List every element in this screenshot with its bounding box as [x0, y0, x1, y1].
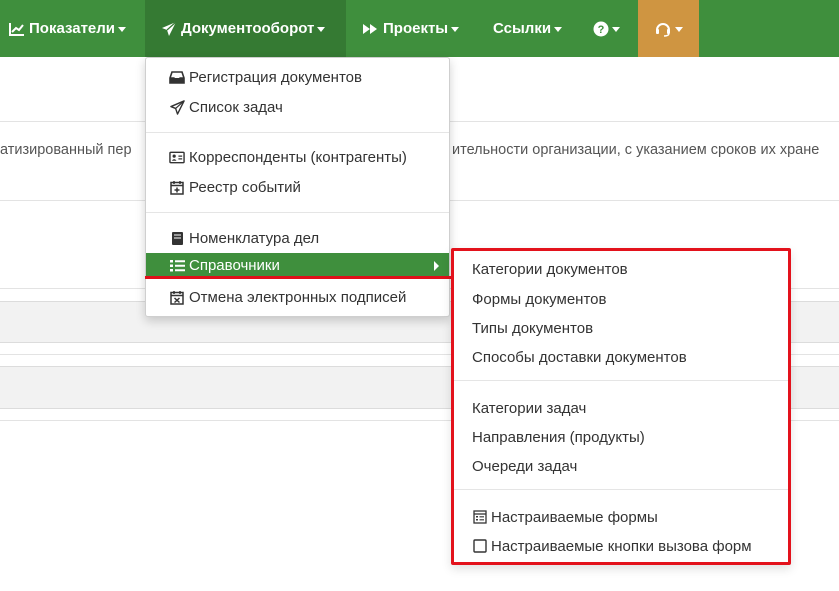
nav-links[interactable]: Ссылки — [493, 0, 563, 57]
menu-item-label: Отмена электронных подписей — [189, 289, 407, 306]
menu-divider — [146, 212, 449, 213]
caret-right-icon — [434, 261, 439, 271]
menu-divider — [146, 132, 449, 133]
description-text-left: атизированный пер — [0, 142, 132, 158]
menu-item-label: Очереди задач — [472, 457, 578, 475]
nav-indicators[interactable]: Показатели — [9, 0, 127, 57]
nav-indicators-label: Показатели — [29, 20, 116, 37]
list-icon — [169, 257, 185, 273]
submenu-item-task-categories[interactable]: Категории задач — [472, 396, 586, 420]
menu-item-label: Настраиваемые формы — [491, 508, 658, 526]
submenu-item-custom-buttons[interactable]: Настраиваемые кнопки вызова форм — [472, 534, 752, 558]
submenu-item-doc-forms[interactable]: Формы документов — [472, 287, 606, 311]
nav-docflow-label: Документооборот — [181, 20, 315, 37]
menu-item-label: Корреспонденты (контрагенты) — [189, 149, 407, 166]
submenu-item-delivery-methods[interactable]: Способы доставки документов — [472, 345, 687, 369]
fast-forward-icon — [362, 23, 379, 35]
book-icon — [169, 231, 185, 247]
question-circle-icon: ? — [593, 21, 609, 37]
menu-item-label: Категории документов — [472, 260, 628, 278]
menu-divider — [454, 489, 788, 490]
menu-item-label: Справочники — [189, 256, 280, 274]
menu-item-registration[interactable]: Регистрация документов — [146, 65, 449, 90]
top-navbar: Показатели Документооборот Проекты Ссылк… — [0, 0, 839, 57]
menu-item-label: Категории задач — [472, 399, 587, 417]
menu-item-task-list[interactable]: Список задач — [146, 95, 449, 120]
menu-item-label: Формы документов — [472, 290, 607, 308]
menu-item-label: Регистрация документов — [189, 69, 362, 86]
caret-down-icon — [118, 27, 127, 32]
line-chart-icon — [9, 22, 25, 36]
submenu-item-doc-types[interactable]: Типы документов — [472, 316, 593, 340]
description-text-right: ительности организации, с указанием срок… — [452, 142, 820, 158]
nav-docflow[interactable]: Документооборот — [145, 0, 346, 57]
menu-item-label: Направления (продукты) — [472, 428, 645, 446]
submenu-item-custom-forms[interactable]: Настраиваемые формы — [472, 505, 658, 529]
form-icon — [472, 509, 488, 525]
calendar-times-icon — [169, 290, 185, 306]
menu-item-event-registry[interactable]: Реестр событий — [146, 175, 449, 200]
nav-links-label: Ссылки — [493, 20, 552, 37]
references-submenu: Категории документов Формы документов Ти… — [451, 248, 791, 565]
menu-item-label: Способы доставки документов — [472, 348, 687, 366]
caret-down-icon — [554, 27, 563, 32]
paper-plane-icon — [161, 21, 177, 37]
submenu-item-doc-categories[interactable]: Категории документов — [472, 257, 628, 281]
nav-help[interactable]: ? — [593, 0, 620, 57]
menu-item-label: Номенклатура дел — [189, 230, 320, 247]
highlight-underline — [145, 276, 455, 279]
nav-projects[interactable]: Проекты — [362, 0, 460, 57]
menu-item-label: Типы документов — [472, 319, 594, 337]
menu-item-label: Настраиваемые кнопки вызова форм — [491, 537, 752, 555]
nav-projects-label: Проекты — [383, 20, 449, 37]
caret-down-icon — [612, 27, 620, 32]
menu-item-references[interactable]: Справочники — [146, 253, 449, 277]
menu-item-correspondents[interactable]: Корреспонденты (контрагенты) — [146, 145, 449, 170]
menu-item-label: Список задач — [189, 99, 283, 116]
caret-down-icon — [317, 27, 326, 32]
menu-item-label: Реестр событий — [189, 179, 301, 196]
calendar-plus-icon — [169, 180, 185, 196]
address-card-icon — [169, 150, 185, 166]
submenu-item-task-queues[interactable]: Очереди задач — [472, 454, 577, 478]
caret-down-icon — [451, 27, 460, 32]
nav-support[interactable] — [638, 0, 699, 57]
headset-icon — [654, 21, 672, 37]
menu-item-nomenclature[interactable]: Номенклатура дел — [146, 226, 449, 251]
menu-divider — [454, 380, 788, 381]
svg-text:?: ? — [598, 24, 605, 36]
square-icon — [472, 538, 488, 554]
submenu-item-directions[interactable]: Направления (продукты) — [472, 425, 645, 449]
paper-plane-icon — [169, 100, 185, 116]
inbox-icon — [169, 70, 185, 86]
menu-item-cancel-signatures[interactable]: Отмена электронных подписей — [146, 285, 449, 310]
caret-down-icon — [675, 27, 683, 32]
